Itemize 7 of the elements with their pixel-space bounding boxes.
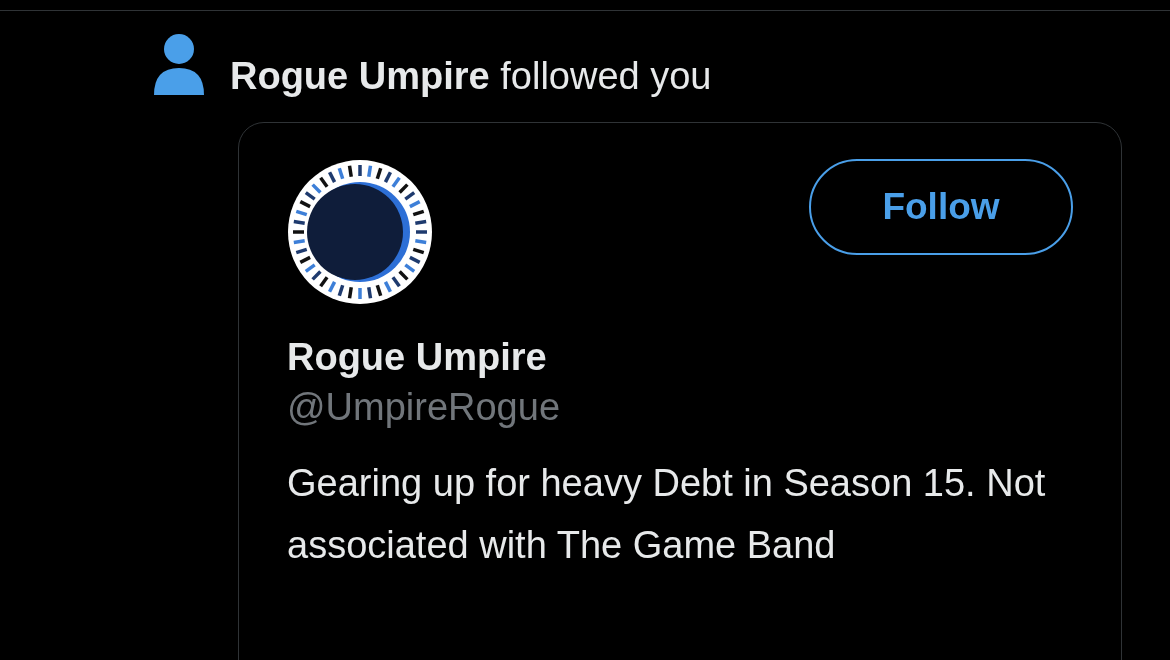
- profile-name: Rogue Umpire: [287, 335, 548, 380]
- notification-text: Rogue Umpire followed you: [230, 57, 712, 95]
- avatar-icon: [287, 159, 433, 305]
- person-icon: [152, 33, 206, 95]
- profile-bio: Gearing up for heavy Debt in Season 15. Not associated with The Game Band: [287, 460, 1047, 568]
- profile-handle: @UmpireRogue: [287, 384, 561, 430]
- follow-button[interactable]: Follow: [809, 159, 1073, 255]
